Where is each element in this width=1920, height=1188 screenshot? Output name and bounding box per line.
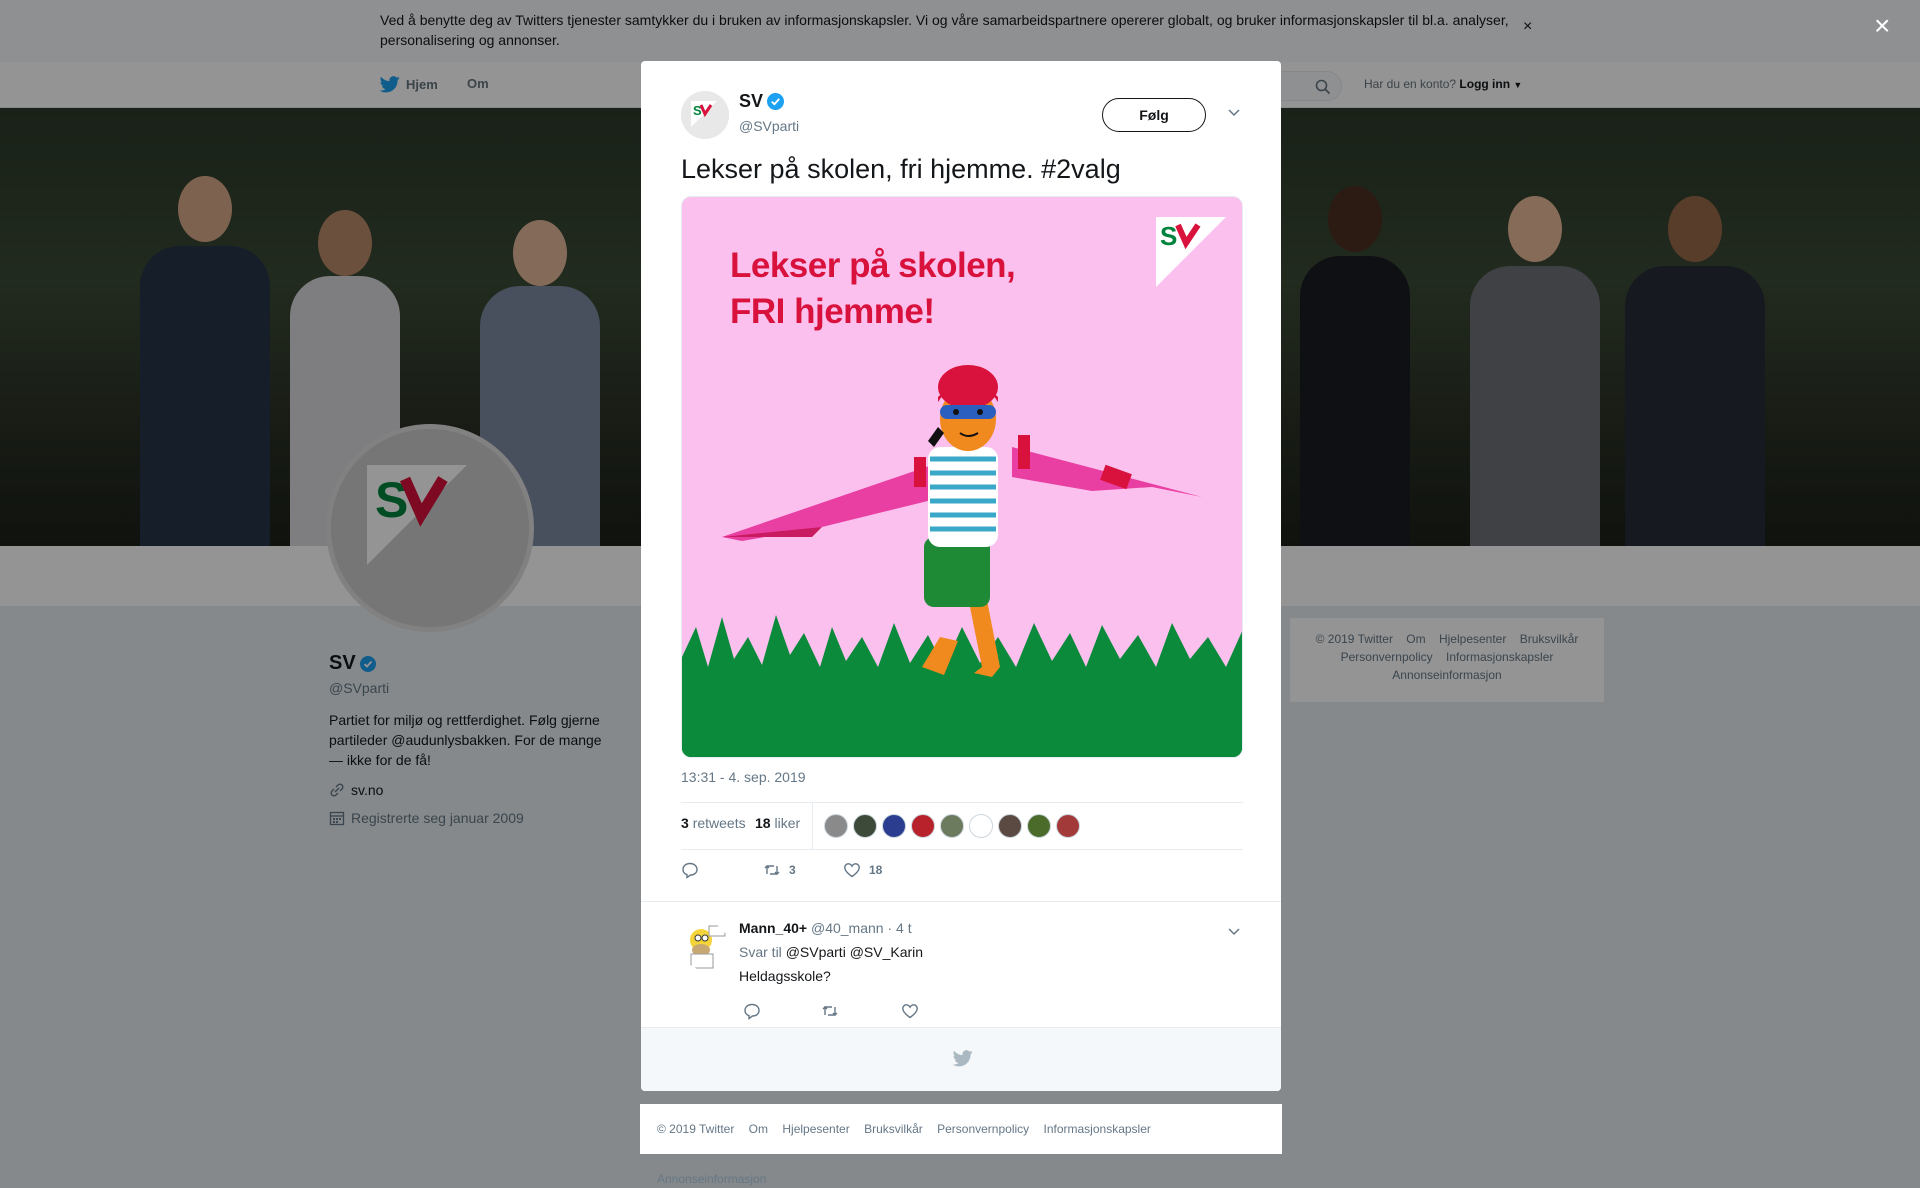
liker-avatar[interactable] bbox=[1027, 814, 1051, 838]
reply-time[interactable]: · 4 t bbox=[887, 920, 911, 936]
reply-menu-button[interactable] bbox=[1227, 924, 1241, 943]
tweet-timestamp[interactable]: 13:31 - 4. sep. 2019 bbox=[681, 769, 806, 785]
footer-about-link[interactable]: Om bbox=[749, 1122, 768, 1136]
cartoon-avatar-icon bbox=[681, 922, 729, 970]
close-modal-button[interactable]: × bbox=[1874, 12, 1890, 40]
liker-avatars bbox=[824, 814, 1080, 838]
sv-logo-icon: S bbox=[681, 91, 729, 139]
liker-avatar[interactable] bbox=[882, 814, 906, 838]
reply-mentions[interactable]: @SVparti @SV_Karin bbox=[786, 944, 923, 960]
tweet-text: Lekser på skolen, fri hjemme. #2valg bbox=[681, 154, 1121, 184]
reply-author-handle[interactable]: @40_mann bbox=[811, 920, 884, 936]
footer-terms-link[interactable]: Bruksvilkår bbox=[864, 1122, 923, 1136]
retweet-count: 3 bbox=[789, 863, 796, 877]
reply-author-name[interactable]: Mann_40+ bbox=[739, 920, 807, 936]
liker-avatar[interactable] bbox=[940, 814, 964, 838]
liker-avatar[interactable] bbox=[911, 814, 935, 838]
tweet-author-name-text: SV bbox=[739, 91, 764, 111]
twitter-bird-icon bbox=[953, 1050, 973, 1067]
tweet-stats: 3 retweets 18 liker bbox=[681, 802, 1243, 850]
reply-header: Mann_40+ @40_mann · 4 t bbox=[739, 920, 912, 936]
likes-stat[interactable]: 18 liker bbox=[755, 815, 800, 831]
footer-privacy-link[interactable]: Personvernpolicy bbox=[937, 1122, 1029, 1136]
stats-divider bbox=[812, 803, 813, 849]
reply-to-label: Svar til bbox=[739, 944, 782, 960]
reply-actions bbox=[739, 1002, 939, 1026]
liker-avatar[interactable] bbox=[998, 814, 1022, 838]
verified-badge-icon bbox=[767, 93, 785, 110]
tweet-author-name[interactable]: SV bbox=[739, 91, 785, 112]
follow-button[interactable]: Følg bbox=[1102, 98, 1206, 132]
retweet-icon bbox=[764, 865, 780, 875]
reply-icon bbox=[682, 862, 698, 879]
chevron-down-icon bbox=[1228, 928, 1240, 936]
tweet-modal: S SV @SVparti Følg Lekser på skolen, fri… bbox=[641, 61, 1281, 1091]
tweet-image[interactable]: Lekser på skolen, FRI hjemme! S bbox=[681, 196, 1243, 758]
reply-button[interactable] bbox=[681, 861, 699, 879]
liker-avatar[interactable] bbox=[853, 814, 877, 838]
chevron-down-icon bbox=[1228, 109, 1240, 117]
tweet-actions: 3 18 bbox=[681, 857, 981, 887]
retweet-icon[interactable] bbox=[821, 1002, 839, 1020]
reply-to-line: Svar til @SVparti @SV_Karin bbox=[739, 944, 923, 960]
retweets-count: 3 bbox=[681, 815, 689, 831]
footer-help-link[interactable]: Hjelpesenter bbox=[782, 1122, 849, 1136]
modal-footer bbox=[641, 1027, 1281, 1091]
liker-avatar[interactable] bbox=[1056, 814, 1080, 838]
likes-count: 18 bbox=[755, 815, 771, 831]
reply-tweet[interactable]: Mann_40+ @40_mann · 4 t Svar til @SVpart… bbox=[641, 901, 1281, 1029]
footer-cookies-link[interactable]: Informasjonskapsler bbox=[1044, 1122, 1151, 1136]
reply-author-avatar[interactable] bbox=[681, 922, 729, 970]
tweet-menu-button[interactable] bbox=[1227, 105, 1241, 124]
reply-text: Heldagsskole? bbox=[739, 968, 831, 984]
reply-icon[interactable] bbox=[743, 1002, 761, 1020]
flying-child-illustration bbox=[682, 365, 1242, 757]
likes-label: liker bbox=[774, 815, 801, 831]
heart-icon bbox=[844, 863, 860, 878]
footer-ads-link[interactable]: Annonseinformasjon bbox=[657, 1172, 766, 1186]
like-count: 18 bbox=[869, 863, 883, 877]
bottom-footer: © 2019 Twitter Om Hjelpesenter Bruksvilk… bbox=[640, 1104, 1282, 1186]
like-button[interactable]: 18 bbox=[843, 861, 882, 879]
liker-avatar[interactable] bbox=[824, 814, 848, 838]
tweet-author-handle[interactable]: @SVparti bbox=[739, 118, 799, 134]
tweet-author-avatar[interactable]: S bbox=[681, 91, 729, 139]
liker-avatar[interactable] bbox=[969, 814, 993, 838]
retweets-stat[interactable]: 3 retweets bbox=[681, 815, 746, 831]
retweet-button[interactable]: 3 bbox=[763, 861, 796, 879]
heart-icon[interactable] bbox=[901, 1002, 919, 1020]
retweets-label: retweets bbox=[692, 815, 746, 831]
footer-copyright: © 2019 Twitter bbox=[657, 1122, 735, 1136]
